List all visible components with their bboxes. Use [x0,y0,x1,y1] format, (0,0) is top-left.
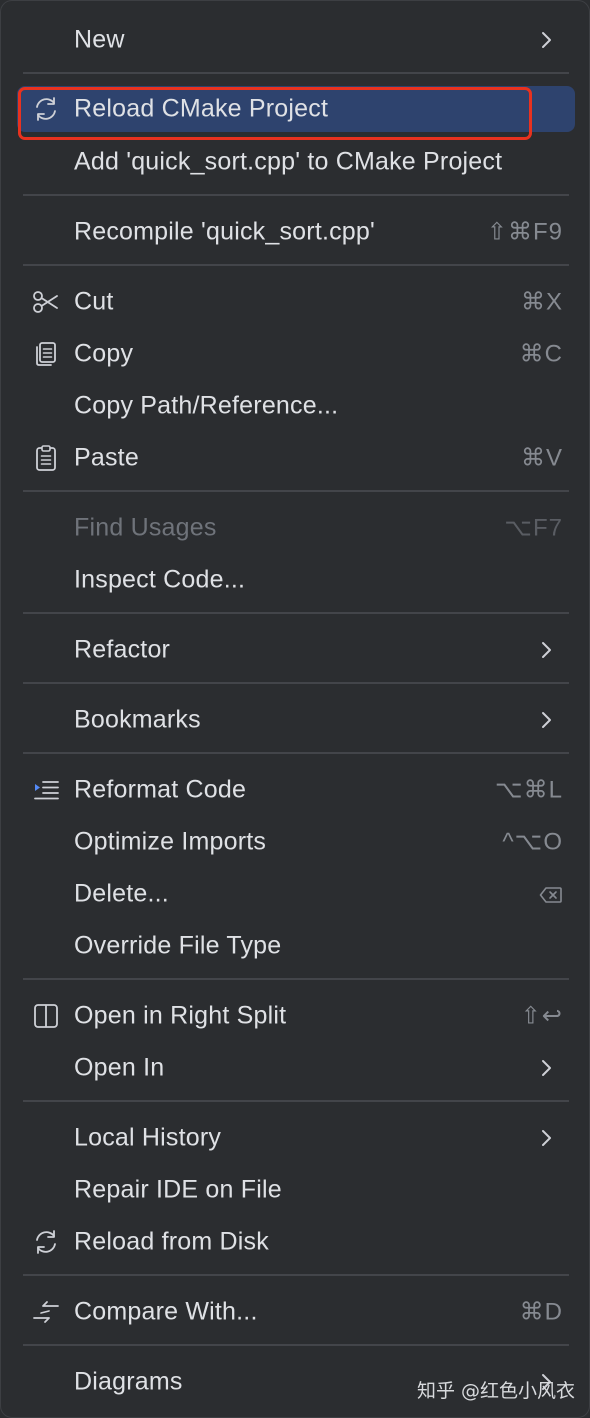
menu-item-recompile[interactable]: Recompile 'quick_sort.cpp' ⇧⌘F9 [17,209,575,255]
menu-item-optimize-imports[interactable]: Optimize Imports ^⌥O [17,819,575,865]
menu-item-label: Reload CMake Project [74,94,329,123]
watermark: 知乎 @红色小风衣 [416,1380,575,1402]
compare-icon [31,1297,61,1327]
separator [23,612,569,614]
separator [23,72,569,74]
menu-item-find-usages: Find Usages ⌥F7 [17,505,575,551]
delete-key-icon [539,880,563,908]
menu-item-label: Override File Type [74,931,282,960]
menu-item-label: New [74,25,125,54]
menu-item-label: Open In [74,1053,165,1082]
chevron-right-icon [539,1058,555,1078]
menu-item-cut[interactable]: Cut ⌘X [17,279,575,325]
separator [23,682,569,684]
menu-item-local-history[interactable]: Local History [17,1115,575,1161]
menu-item-refactor[interactable]: Refactor [17,627,575,673]
menu-item-open-in[interactable]: Open In [17,1045,575,1091]
separator [23,490,569,492]
shortcut-label: ⇧⌘F9 [486,218,563,246]
separator [23,752,569,754]
menu-item-label: Copy [74,339,134,368]
chevron-right-icon [539,710,555,730]
menu-item-add-to-cmake-project[interactable]: Add 'quick_sort.cpp' to CMake Project [17,139,575,185]
menu-item-reload-cmake-project[interactable]: Reload CMake Project [17,86,575,132]
menu-item-label: Paste [74,443,139,472]
menu-item-label: Open in Right Split [74,1001,287,1030]
menu-item-label: Repair IDE on File [74,1175,282,1204]
menu-item-delete[interactable]: Delete... [17,871,575,917]
menu-item-label: Optimize Imports [74,827,267,856]
chevron-right-icon [539,1128,555,1148]
shortcut-label: ⌘V [520,444,563,472]
chevron-right-icon [539,640,555,660]
split-icon [31,1001,61,1031]
menu-item-bookmarks[interactable]: Bookmarks [17,697,575,743]
shortcut-label: ⌘C [519,340,563,368]
context-menu: New Reload CMake Project Add 'quick_sort… [0,0,590,1418]
shortcut-label: ^⌥O [502,828,563,856]
menu-item-label: Refactor [74,635,171,664]
chevron-right-icon [539,30,555,50]
menu-item-copy-path-reference[interactable]: Copy Path/Reference... [17,383,575,429]
scissors-icon [31,287,61,317]
separator [23,1100,569,1102]
menu-item-label: Add 'quick_sort.cpp' to CMake Project [74,147,503,176]
menu-item-copy[interactable]: Copy ⌘C [17,331,575,377]
menu-item-label: Find Usages [74,513,217,542]
shortcut-label: ⌥F7 [504,514,563,542]
shortcut-label: ⌥⌘L [494,776,563,804]
shortcut-label: ⇧↩ [520,1002,563,1030]
menu-item-inspect-code[interactable]: Inspect Code... [17,557,575,603]
reformat-icon [31,775,61,805]
menu-item-label: Local History [74,1123,222,1152]
menu-item-repair-ide-on-file[interactable]: Repair IDE on File [17,1167,575,1213]
menu-item-open-in-right-split[interactable]: Open in Right Split ⇧↩ [17,993,575,1039]
reload-icon [31,94,61,124]
separator [23,978,569,980]
menu-item-reload-from-disk[interactable]: Reload from Disk [17,1219,575,1265]
menu-item-reformat-code[interactable]: Reformat Code ⌥⌘L [17,767,575,813]
menu-item-label: Reformat Code [74,775,247,804]
shortcut-label: ⌘D [519,1298,563,1326]
menu-item-label: Bookmarks [74,705,201,734]
menu-item-label: Copy Path/Reference... [74,391,339,420]
reload-icon [31,1227,61,1257]
separator [23,1344,569,1346]
menu-item-override-file-type[interactable]: Override File Type [17,923,575,969]
menu-item-label: Reload from Disk [74,1227,269,1256]
menu-item-label: Delete... [74,879,169,908]
shortcut-label: ⌘X [520,288,563,316]
menu-item-label: Inspect Code... [74,565,246,594]
menu-item-label: Diagrams [74,1367,183,1396]
menu-item-compare-with[interactable]: Compare With... ⌘D [17,1289,575,1335]
menu-item-new[interactable]: New [17,17,575,63]
menu-item-label: Recompile 'quick_sort.cpp' [74,217,375,246]
menu-item-paste[interactable]: Paste ⌘V [17,435,575,481]
separator [23,194,569,196]
separator [23,264,569,266]
menu-item-label: Compare With... [74,1297,258,1326]
clipboard-icon [31,443,61,473]
copy-icon [31,339,61,369]
menu-item-label: Cut [74,287,114,316]
separator [23,1274,569,1276]
